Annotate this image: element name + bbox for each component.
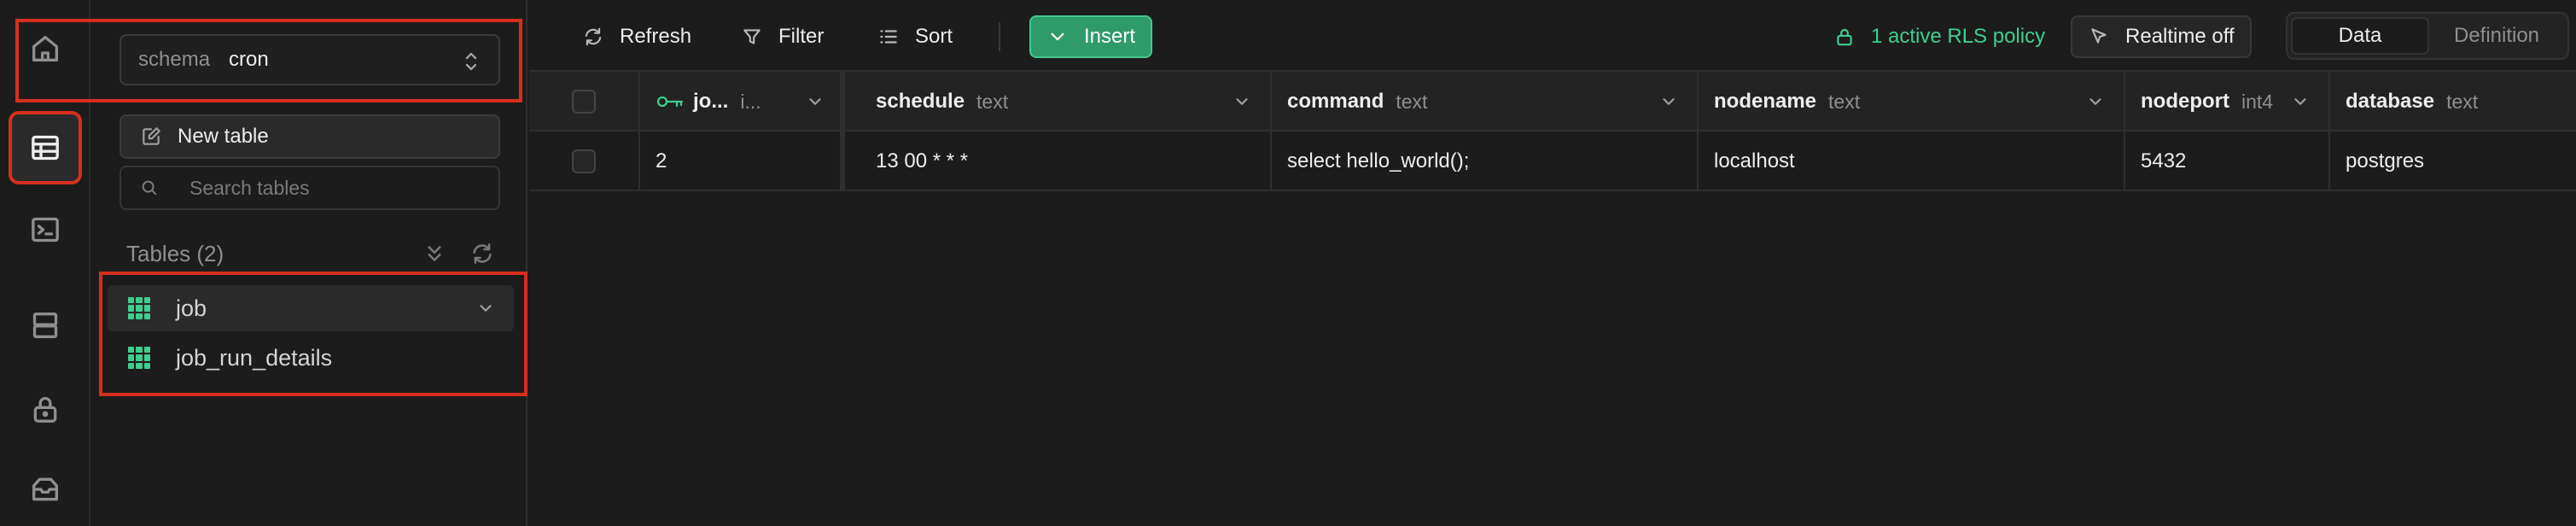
column-type: i... <box>740 90 761 113</box>
search-tables-input[interactable] <box>189 176 497 200</box>
frozen-column-divider <box>840 72 845 191</box>
column-name: command <box>1287 90 1384 113</box>
cell-nodename[interactable]: localhost <box>1699 132 2125 191</box>
search-icon <box>142 180 157 196</box>
archive-icon <box>32 477 59 501</box>
new-table-label: New table <box>178 125 269 148</box>
sort-icon <box>880 30 897 44</box>
select-all-cell <box>529 72 640 132</box>
view-switcher: Data Definition <box>2286 12 2569 60</box>
column-name: database <box>2346 90 2435 113</box>
sort-button[interactable]: Sort <box>862 15 968 58</box>
refresh-tables-icon[interactable] <box>469 241 495 266</box>
terminal-icon <box>32 217 59 243</box>
select-all-checkbox[interactable] <box>572 90 596 114</box>
primary-key-icon <box>656 92 685 111</box>
column-header-nodename[interactable]: nodename text <box>1699 72 2125 132</box>
column-header-command[interactable]: command text <box>1272 72 1699 132</box>
sort-label: Sort <box>915 25 953 48</box>
grid-header-row: jo... i... schedule text command text no… <box>529 72 2576 132</box>
table-row[interactable]: 2 13 00 * * * select hello_world(); loca… <box>529 132 2576 191</box>
insert-label: Insert <box>1084 25 1136 48</box>
search-tables-box[interactable] <box>119 166 500 210</box>
database-icon <box>32 313 58 338</box>
tab-definition[interactable]: Definition <box>2429 17 2564 55</box>
row-checkbox[interactable] <box>572 149 596 173</box>
column-type: text <box>1828 90 1861 113</box>
rail-authentication-button[interactable] <box>12 376 79 442</box>
data-grid: jo... i... schedule text command text no… <box>529 72 2576 526</box>
cursor-arrow-icon <box>2091 28 2107 44</box>
filter-label: Filter <box>778 25 825 48</box>
column-header-jobid[interactable]: jo... i... <box>640 72 845 132</box>
column-type: text <box>1396 90 1428 113</box>
rls-label: 1 active RLS policy <box>1871 25 2046 48</box>
column-name: nodename <box>1714 90 1817 113</box>
filter-button[interactable]: Filter <box>726 15 839 58</box>
column-type: text <box>976 90 1009 113</box>
refresh-icon <box>585 27 602 46</box>
cell-command[interactable]: select hello_world(); <box>1272 132 1699 191</box>
cell-database[interactable]: postgres <box>2330 132 2576 191</box>
chevron-down-icon[interactable] <box>2086 92 2105 111</box>
filter-icon <box>743 29 761 44</box>
cell-nodeport[interactable]: 5432 <box>2125 132 2330 191</box>
grid-toolbar: Refresh Filter Sort Insert 1 active RLS … <box>529 0 2576 72</box>
rail-sql-editor-button[interactable] <box>12 196 79 263</box>
realtime-label: Realtime off <box>2125 25 2235 48</box>
realtime-toggle-button[interactable]: Realtime off <box>2071 15 2252 58</box>
cell-schedule[interactable]: 13 00 * * * <box>845 132 1272 191</box>
collapse-all-icon[interactable] <box>422 241 447 266</box>
new-table-button[interactable]: New table <box>119 114 500 159</box>
column-name: jo... <box>693 90 729 113</box>
cell-jobid[interactable]: 2 <box>640 132 845 191</box>
column-name: nodeport <box>2141 90 2229 113</box>
refresh-label: Refresh <box>620 25 692 48</box>
chevron-down-icon <box>1051 32 1064 41</box>
toolbar-divider <box>999 22 1000 51</box>
chevron-down-icon[interactable] <box>806 92 825 111</box>
lock-icon <box>33 396 57 423</box>
schema-highlight-box <box>15 19 522 102</box>
insert-button[interactable]: Insert <box>1029 15 1153 58</box>
chevron-down-icon[interactable] <box>2291 92 2310 111</box>
row-select-cell <box>529 132 640 191</box>
table-icon <box>32 135 59 161</box>
rail-database-button[interactable] <box>12 292 79 359</box>
tables-heading: Tables (2) <box>126 241 224 266</box>
column-name: schedule <box>876 90 965 113</box>
tables-list-highlight-box <box>99 272 527 396</box>
rail-storage-button[interactable] <box>12 456 79 523</box>
tab-data[interactable]: Data <box>2291 17 2429 55</box>
refresh-button[interactable]: Refresh <box>567 15 707 58</box>
rail-table-editor-button[interactable] <box>9 111 82 184</box>
lock-icon <box>1837 28 1852 46</box>
edit-icon <box>143 127 160 145</box>
column-header-database[interactable]: database text <box>2330 72 2576 132</box>
column-header-nodeport[interactable]: nodeport int4 <box>2125 72 2330 132</box>
rls-policy-link[interactable]: 1 active RLS policy <box>1818 15 2060 58</box>
column-type: int4 <box>2241 90 2274 113</box>
column-type: text <box>2446 90 2479 113</box>
column-header-schedule[interactable]: schedule text <box>845 72 1272 132</box>
chevron-down-icon[interactable] <box>1659 92 1678 111</box>
chevron-down-icon[interactable] <box>1233 92 1251 111</box>
